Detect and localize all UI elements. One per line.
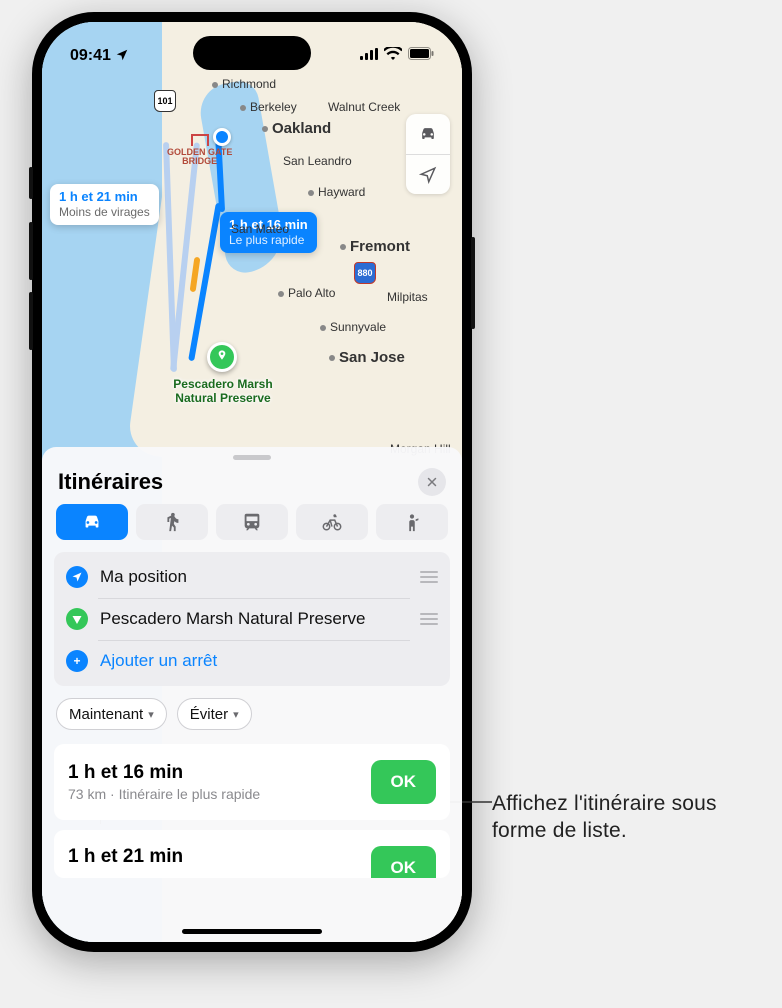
bike-icon — [321, 511, 343, 533]
route-card[interactable]: 1 h et 21 min OK — [54, 830, 450, 878]
reorder-handle-icon[interactable] — [420, 571, 438, 583]
golden-gate-label: GOLDEN GATE BRIDGE — [167, 134, 232, 166]
route-time: 1 h et 21 min — [68, 846, 183, 868]
side-button — [29, 222, 33, 280]
filter-row: Maintenant ▾ Éviter ▾ — [54, 698, 450, 744]
cellular-icon — [360, 47, 378, 65]
go-button-label: OK — [391, 772, 417, 791]
battery-icon — [408, 47, 434, 65]
avoid-label: Éviter — [190, 706, 228, 723]
city-label: San Jose — [329, 349, 405, 366]
walk-icon — [161, 511, 183, 533]
route-callout-secondary[interactable]: 1 h et 21 min Moins de virages — [50, 184, 159, 225]
locate-me-icon[interactable] — [406, 154, 450, 194]
go-button[interactable]: OK — [371, 760, 437, 804]
side-button — [29, 292, 33, 350]
sheet-grabber[interactable] — [233, 455, 271, 460]
route-time: 1 h et 16 min — [68, 762, 260, 784]
side-button — [471, 237, 475, 329]
reorder-handle-icon[interactable] — [420, 613, 438, 625]
map-controls — [406, 114, 450, 194]
screen: 09:41 — [42, 22, 462, 942]
dynamic-island — [193, 36, 311, 70]
city-label: Milpitas — [387, 290, 428, 304]
car-icon — [81, 511, 103, 533]
destination-marker-label: Pescadero Marsh Natural Preserve — [158, 378, 288, 406]
stop-row-end[interactable]: Pescadero Marsh Natural Preserve — [54, 598, 450, 640]
mode-transit-button[interactable] — [216, 504, 288, 540]
callout-note: Moins de virages — [59, 205, 150, 220]
transport-mode-row — [54, 504, 450, 540]
add-stop-row[interactable]: + Ajouter un arrêt — [54, 640, 450, 682]
city-label: Sunnyvale — [320, 320, 386, 334]
callout-time: 1 h et 21 min — [59, 189, 150, 205]
highway-shield-101: 101 — [154, 90, 176, 112]
stop-row-start[interactable]: Ma position — [54, 556, 450, 598]
transport-mode-icon[interactable] — [406, 114, 450, 154]
city-label: Oakland — [262, 120, 331, 137]
close-icon — [426, 476, 438, 488]
mode-drive-button[interactable] — [56, 504, 128, 540]
status-time: 09:41 — [70, 47, 111, 65]
side-button — [29, 167, 33, 199]
iphone-frame: 09:41 — [32, 12, 472, 952]
avoid-options-button[interactable]: Éviter ▾ — [177, 698, 252, 730]
go-button-label: OK — [391, 858, 417, 877]
city-label: Hayward — [308, 185, 365, 199]
add-stop-label: Ajouter un arrêt — [100, 651, 438, 671]
plus-icon: + — [66, 650, 88, 672]
location-end-icon — [66, 608, 88, 630]
location-start-icon — [66, 566, 88, 588]
go-button[interactable]: OK — [371, 846, 437, 878]
depart-time-button[interactable]: Maintenant ▾ — [56, 698, 167, 730]
chevron-down-icon: ▾ — [233, 708, 239, 721]
chevron-down-icon: ▾ — [148, 708, 154, 721]
sheet-title: Itinéraires — [58, 469, 163, 495]
home-indicator[interactable] — [182, 929, 322, 934]
wifi-icon — [384, 47, 402, 65]
location-arrow-icon — [115, 48, 129, 65]
city-label: San Leandro — [283, 154, 352, 168]
depart-time-label: Maintenant — [69, 706, 143, 723]
mode-cycle-button[interactable] — [296, 504, 368, 540]
destination-marker[interactable] — [207, 342, 237, 372]
city-label: Fremont — [340, 238, 410, 255]
route-meta: 73 km · Itinéraire le plus rapide — [68, 786, 260, 802]
stops-card: Ma position Pescadero Marsh Natural Pres… — [54, 552, 450, 686]
mode-walk-button[interactable] — [136, 504, 208, 540]
city-label: San Mateo — [231, 222, 289, 236]
stop-start-label: Ma position — [100, 567, 420, 587]
route-card[interactable]: 1 h et 16 min 73 km · Itinéraire le plus… — [54, 744, 450, 820]
route-list: 1 h et 16 min 73 km · Itinéraire le plus… — [54, 744, 450, 942]
close-button[interactable] — [418, 468, 446, 496]
city-label: Richmond — [212, 77, 276, 91]
city-label: Walnut Creek — [328, 100, 400, 114]
city-label: Palo Alto — [278, 286, 335, 300]
annotation-text: Affichez l'itinéraire sous forme de list… — [492, 790, 752, 845]
mode-rideshare-button[interactable] — [376, 504, 448, 540]
stop-end-label: Pescadero Marsh Natural Preserve — [100, 609, 420, 629]
transit-icon — [241, 511, 263, 533]
city-label: Berkeley — [240, 100, 297, 114]
directions-sheet: Itinéraires — [42, 447, 462, 942]
highway-shield-880: 880 — [354, 262, 376, 284]
rideshare-icon — [401, 511, 423, 533]
